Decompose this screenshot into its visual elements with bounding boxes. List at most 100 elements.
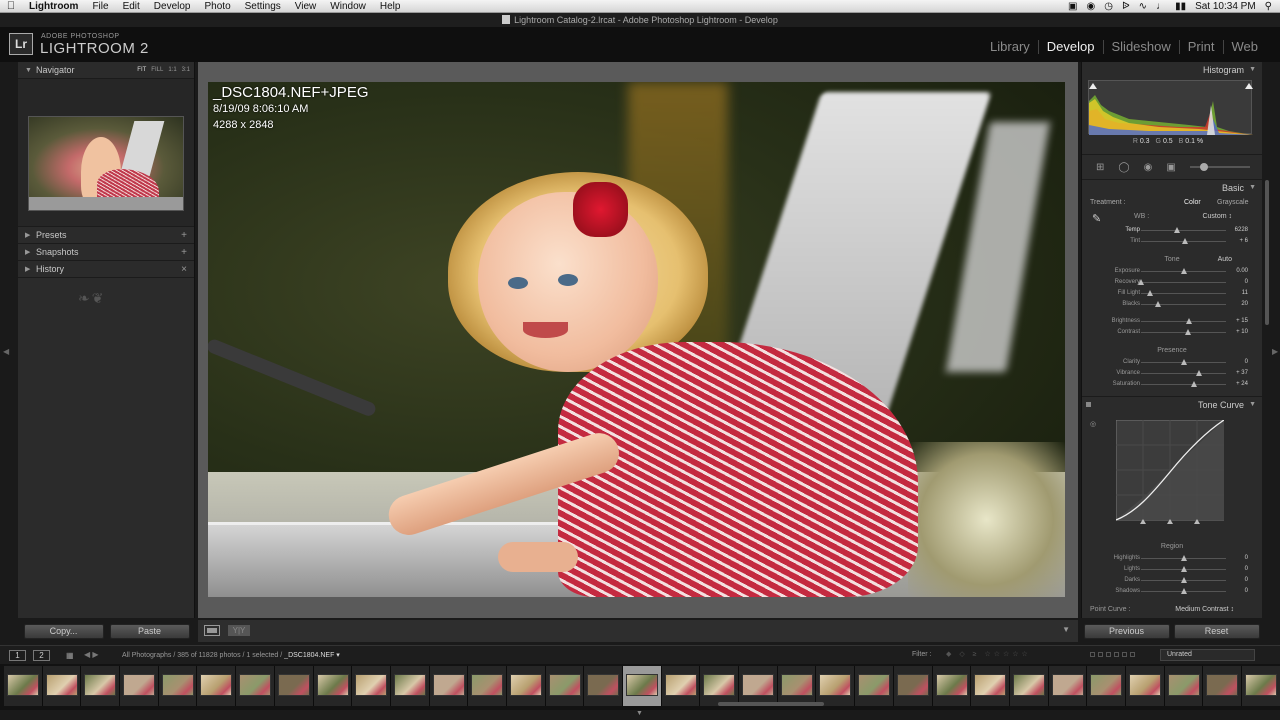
slider-track[interactable] [1141,359,1226,365]
slider-track[interactable] [1141,555,1226,561]
color-label-filter[interactable] [1090,652,1135,657]
menu-help[interactable]: Help [373,0,408,13]
slider-value[interactable]: 0 [1245,577,1248,583]
histogram-header[interactable]: Histogram ▼ [1082,62,1262,78]
slider-knob-icon[interactable] [1184,329,1191,335]
primary-window-button[interactable]: 1 [9,650,26,661]
snapshots-header[interactable]: ▶ Snapshots + [18,244,194,261]
slider-track[interactable] [1141,238,1226,244]
filmstrip-thumb[interactable] [700,666,740,706]
slider-knob-icon[interactable] [1173,227,1180,233]
menu-develop[interactable]: Develop [147,0,198,13]
slider-value[interactable]: 0 [1245,279,1248,285]
white-balance-picker-icon[interactable]: ✎ [1092,212,1101,225]
filmstrip-thumb[interactable] [1242,666,1280,706]
slider-track[interactable] [1141,329,1226,335]
slider-knob-icon[interactable] [1138,279,1144,285]
navigator-thumbnail[interactable] [28,116,184,211]
filmstrip-thumb[interactable] [313,666,353,706]
slider-knob-icon[interactable] [1180,268,1187,274]
slider-value[interactable]: 0 [1245,555,1248,561]
filmstrip-thumb[interactable] [1164,666,1204,706]
menu-file[interactable]: File [85,0,115,13]
history-header[interactable]: ▶ History × [18,261,194,278]
slider-track[interactable] [1141,566,1226,572]
targeted-adjustment-icon[interactable]: ◎ [1090,420,1096,428]
spot-removal-icon[interactable]: ◯ [1118,162,1129,173]
secondary-window-button[interactable]: 2 [33,650,50,661]
slider-knob-icon[interactable] [1190,381,1197,387]
module-print[interactable]: Print [1178,40,1223,54]
slider-track[interactable] [1141,290,1226,296]
slider-knob-icon[interactable] [1180,588,1187,594]
menu-window[interactable]: Window [323,0,373,13]
slider-value[interactable]: 0 [1245,588,1248,594]
grid-view-icon[interactable]: ▦ [66,651,74,660]
filmstrip-thumb[interactable] [236,666,275,706]
slider-knob-icon[interactable] [1147,290,1154,296]
slider-knob-icon[interactable] [1186,318,1193,324]
zoom-3-1[interactable]: 3:1 [182,62,190,79]
zoom-fill[interactable]: FILL [151,62,163,79]
slider-knob-icon[interactable] [1180,566,1187,572]
clear-history-icon[interactable]: × [181,261,187,278]
slider-track[interactable] [1141,318,1226,324]
slider-value[interactable]: + 6 [1239,238,1248,244]
slider-track[interactable] [1138,279,1226,285]
time-machine-icon[interactable]: ◷ [1104,1,1113,12]
apple-icon[interactable]:  [0,0,22,12]
slider-value[interactable]: 0.00 [1236,268,1248,274]
copy-button[interactable]: Copy... [23,623,104,639]
menu-settings[interactable]: Settings [238,0,288,13]
menu-edit[interactable]: Edit [116,0,147,13]
add-preset-icon[interactable]: + [181,227,187,244]
wifi-icon[interactable]: ∿ [1139,1,1147,12]
adjustment-brush-slider[interactable] [1189,163,1250,171]
label-yellow-icon[interactable] [1098,652,1103,657]
loupe-view-icon[interactable] [204,625,220,636]
filmstrip-thumb[interactable] [429,666,469,706]
filmstrip-thumb[interactable] [739,666,778,706]
filmstrip-thumb[interactable] [120,666,159,706]
slider-track[interactable] [1141,381,1226,387]
filmstrip-thumb[interactable] [623,666,662,706]
module-slideshow[interactable]: Slideshow [1102,40,1179,54]
left-panel-toggle-icon[interactable]: ◀ [3,347,9,356]
navigator-preview[interactable] [18,79,194,227]
filmstrip-thumb[interactable] [390,666,430,706]
module-web[interactable]: Web [1222,40,1267,54]
filmstrip-thumb[interactable] [506,666,546,706]
before-after-button[interactable]: Y|Y [228,625,250,636]
clip-highlight-icon[interactable] [1245,83,1253,89]
right-panel-toggle-icon[interactable]: ▶ [1272,347,1278,356]
collapse-triangle-icon[interactable]: ▼ [1249,62,1256,78]
crop-tool-icon[interactable]: ⊞ [1096,162,1104,173]
filter-preset-select[interactable]: Unrated [1160,649,1255,661]
zoom-fit[interactable]: FIT [137,62,146,79]
slider-track[interactable] [1141,577,1226,583]
main-photo[interactable]: _DSC1804.NEF+JPEG 8/19/09 8:06:10 AM 428… [208,82,1065,597]
filmstrip-thumb[interactable] [4,666,43,706]
slider-knob-icon[interactable] [1180,577,1187,583]
slider-value[interactable]: 20 [1241,301,1248,307]
bluetooth-icon[interactable]: ᐉ [1122,1,1130,12]
filmstrip-scrollbar[interactable] [718,702,824,706]
treatment-grayscale-option[interactable]: Grayscale [1217,199,1249,206]
filmstrip-thumb[interactable] [584,666,623,706]
slider-knob-icon[interactable] [1195,370,1202,376]
filmstrip-thumb[interactable] [197,666,237,706]
treatment-color-option[interactable]: Color [1184,199,1201,206]
slider-track[interactable] [1141,227,1226,233]
filmstrip-thumb[interactable] [661,666,701,706]
slider-knob-icon[interactable] [1180,555,1187,561]
module-develop[interactable]: Develop [1037,40,1103,54]
right-panel-scrollbar[interactable] [1265,180,1269,325]
collapse-triangle-icon[interactable]: ▼ [1249,397,1256,413]
slider-track[interactable] [1141,301,1226,307]
label-green-icon[interactable] [1106,652,1111,657]
filmstrip-thumb[interactable] [158,666,198,706]
slider-knob-icon[interactable] [1182,238,1189,244]
expand-triangle-icon[interactable]: ▶ [25,227,30,244]
toolbar-menu-icon[interactable]: ▼ [1062,625,1070,634]
slider-knob-icon[interactable] [1155,301,1161,307]
